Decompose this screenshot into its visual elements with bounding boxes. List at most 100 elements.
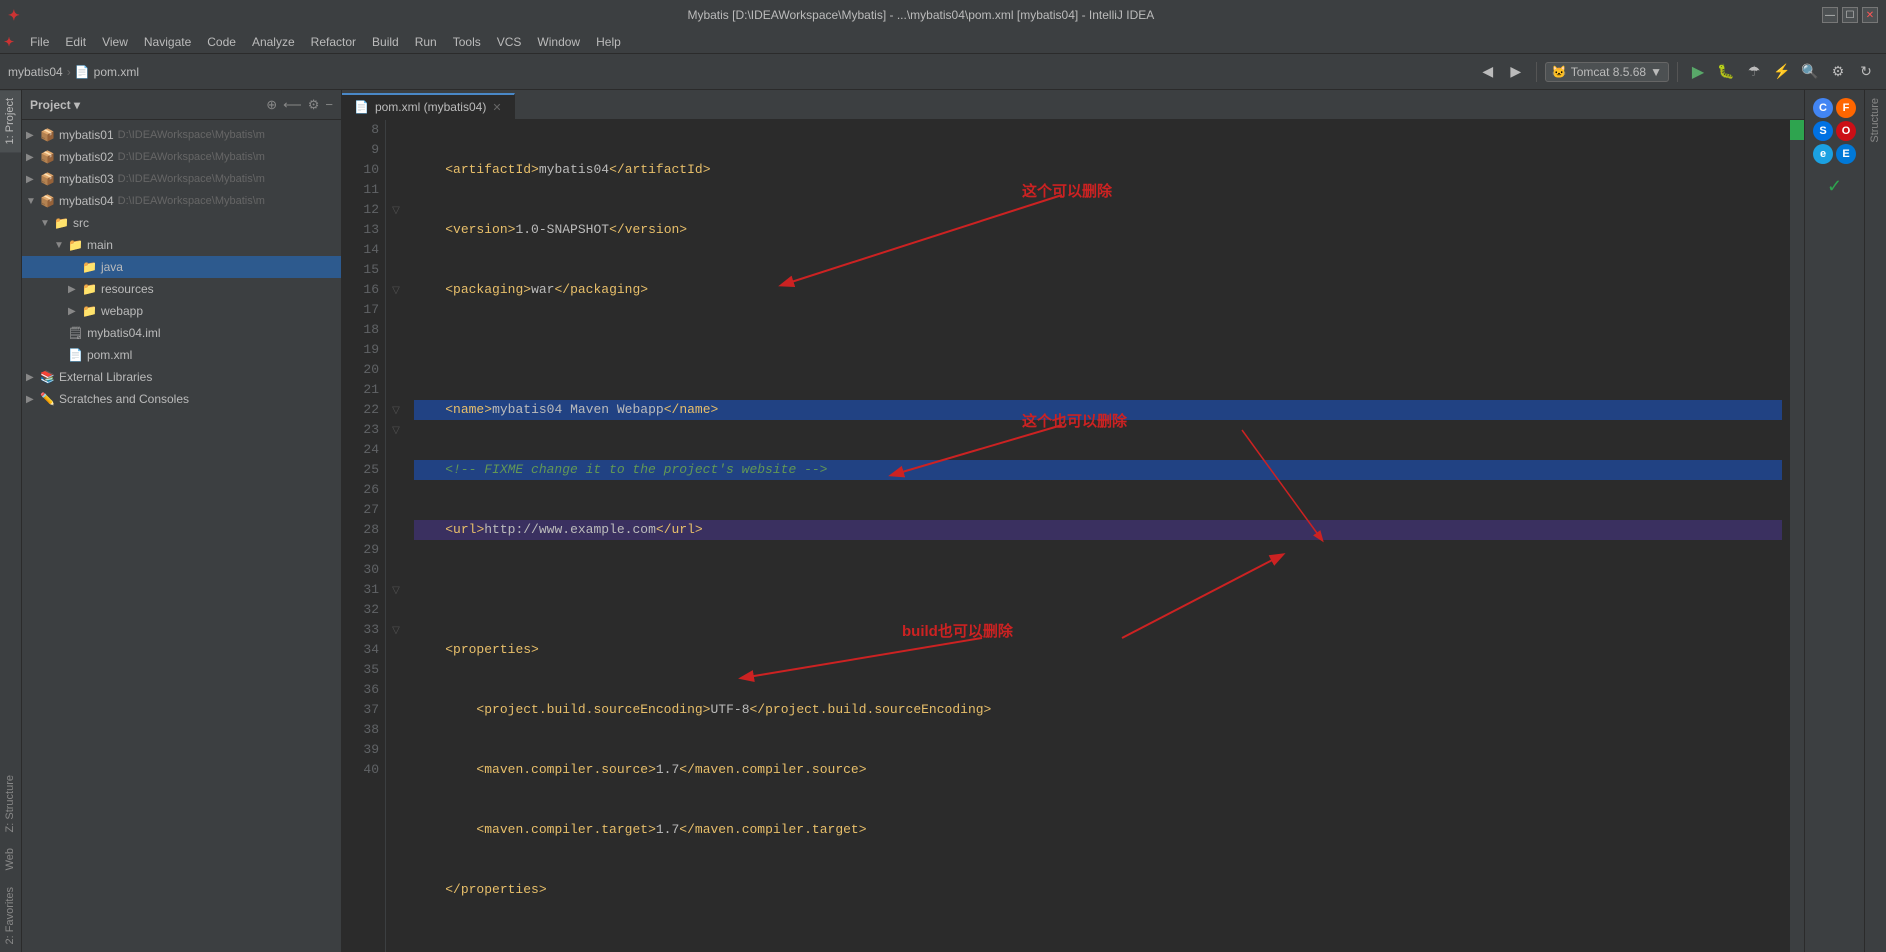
title-bar-controls: — ☐ ✕ [1822, 7, 1878, 23]
gutter: ▽ ▽ ▽ ▽ [386, 120, 406, 952]
menu-help[interactable]: Help [588, 33, 629, 51]
breadcrumb-project: mybatis04 [8, 65, 63, 79]
menu-bar: ✦ File Edit View Navigate Code Analyze R… [0, 30, 1886, 54]
browser-icon-edge[interactable]: E [1836, 144, 1856, 164]
tree-item-main[interactable]: ▼ 📁 main [22, 234, 341, 256]
tree-item-resources[interactable]: ▶ 📁 resources [22, 278, 341, 300]
settings-button[interactable]: ⚙ [1826, 60, 1850, 84]
project-gear-btn[interactable]: ⚙ [308, 97, 320, 113]
project-header: Project ▾ ⊕ ⟵ ⚙ − [22, 90, 341, 120]
toolbar-sep2 [1677, 62, 1678, 82]
maximize-button[interactable]: ☐ [1842, 7, 1858, 23]
menu-navigate[interactable]: Navigate [136, 33, 199, 51]
browser-icon-chrome[interactable]: C [1813, 98, 1833, 118]
side-tabs-right: Structure [1864, 90, 1886, 952]
tree-arrow-mybatis03: ▶ [26, 174, 40, 185]
iml-icon: 🗒 [68, 326, 83, 340]
app-icon: ✦ [8, 7, 20, 24]
menu-run[interactable]: Run [407, 33, 445, 51]
update-button[interactable]: ↻ [1854, 60, 1878, 84]
minimize-button[interactable]: — [1822, 7, 1838, 23]
debug-button[interactable]: 🐛 [1714, 60, 1738, 84]
toolbar: mybatis04 › 📄 pom.xml ◀ ▶ 🐱 Tomcat 8.5.6… [0, 54, 1886, 90]
main-content: 1: Project Z: Structure Web 2: Favorites… [0, 90, 1886, 952]
tree-item-webapp[interactable]: ▶ 📁 webapp [22, 300, 341, 322]
browser-icon-safari[interactable]: S [1813, 121, 1833, 141]
tomcat-dropdown-icon: ▼ [1650, 65, 1662, 79]
tree-item-java[interactable]: 📁 java [22, 256, 341, 278]
project-title: Project ▾ [30, 98, 260, 112]
code-line-16: <properties> [414, 640, 1782, 660]
menu-refactor[interactable]: Refactor [303, 33, 364, 51]
menu-analyze[interactable]: Analyze [244, 33, 303, 51]
tree-item-pomxml[interactable]: 📄 pom.xml [22, 344, 341, 366]
project-collapse-btn[interactable]: ⟵ [283, 97, 302, 113]
breadcrumb-sep1: › [67, 65, 71, 79]
folder-icon-resources: 📁 [82, 282, 97, 296]
menu-file[interactable]: File [22, 33, 57, 51]
project-minimize-btn[interactable]: − [325, 97, 333, 112]
code-line-18: <maven.compiler.source>1.7</maven.compil… [414, 760, 1782, 780]
code-line-9: <version>1.0-SNAPSHOT</version> [414, 220, 1782, 240]
menu-vcs[interactable]: VCS [489, 33, 530, 51]
tree-item-mybatis01[interactable]: ▶ 📦 mybatis01 D:\IDEAWorkspace\Mybatis\m [22, 124, 341, 146]
menu-view[interactable]: View [94, 33, 136, 51]
folder-icon-main: 📁 [68, 238, 83, 252]
line-numbers: 8 9 10 11 12 13 14 15 16 17 18 19 20 21 … [342, 120, 386, 952]
search-everywhere-button[interactable]: 🔍 [1798, 60, 1822, 84]
code-editor[interactable]: 8 9 10 11 12 13 14 15 16 17 18 19 20 21 … [342, 120, 1790, 952]
tab-pomxml[interactable]: 📄 pom.xml (mybatis04) ✕ [342, 93, 515, 119]
tree-item-mybatis04[interactable]: ▼ 📦 mybatis04 D:\IDEAWorkspace\Mybatis\m [22, 190, 341, 212]
code-line-10: <packaging>war</packaging> [414, 280, 1782, 300]
toolbar-sep1 [1536, 62, 1537, 82]
tree-item-mybatis03[interactable]: ▶ 📦 mybatis03 D:\IDEAWorkspace\Mybatis\m [22, 168, 341, 190]
run-button[interactable]: ▶ [1686, 60, 1710, 84]
browser-icons-row: C F S O e E [1809, 98, 1860, 164]
tomcat-selector[interactable]: 🐱 Tomcat 8.5.68 ▼ [1545, 62, 1669, 82]
menu-code[interactable]: Code [199, 33, 244, 51]
close-button[interactable]: ✕ [1862, 7, 1878, 23]
browser-icon-ie[interactable]: e [1813, 144, 1833, 164]
tab-right-structure[interactable]: Structure [1865, 90, 1886, 151]
profile-button[interactable]: ⚡ [1770, 60, 1794, 84]
browser-panel: C F S O e E ✓ [1804, 90, 1864, 952]
code-content: <artifactId>mybatis04</artifactId> <vers… [406, 120, 1790, 952]
folder-icon-src: 📁 [54, 216, 69, 230]
tab-web[interactable]: Web [0, 840, 21, 878]
menu-tools[interactable]: Tools [445, 33, 489, 51]
tomcat-label: Tomcat 8.5.68 [1571, 65, 1646, 79]
code-line-12: <name>mybatis04 Maven Webapp</name> [414, 400, 1782, 420]
project-sync-btn[interactable]: ⊕ [266, 97, 277, 113]
tree-arrow-main: ▼ [54, 240, 68, 251]
menu-build[interactable]: Build [364, 33, 407, 51]
tab-structure[interactable]: Z: Structure [0, 767, 21, 840]
menu-edit[interactable]: Edit [57, 33, 94, 51]
scratches-label: Scratches and Consoles [59, 392, 189, 406]
source-icon-java: 📁 [82, 260, 97, 274]
right-gutter-top [1790, 120, 1804, 140]
tree-item-src[interactable]: ▼ 📁 src [22, 212, 341, 234]
tree-item-iml[interactable]: 🗒 mybatis04.iml [22, 322, 341, 344]
tree-arrow-resources: ▶ [68, 284, 82, 295]
scratches-icon: ✏️ [40, 392, 55, 406]
tab-favorites[interactable]: 2: Favorites [0, 879, 21, 952]
tree-arrow-src: ▼ [40, 218, 54, 229]
forward-button[interactable]: ▶ [1504, 60, 1528, 84]
breadcrumb-file: 📄 pom.xml [75, 65, 139, 79]
back-button[interactable]: ◀ [1476, 60, 1500, 84]
browser-icon-opera[interactable]: O [1836, 121, 1856, 141]
tab-close-pomxml[interactable]: ✕ [492, 101, 501, 114]
code-line-8: <artifactId>mybatis04</artifactId> [414, 160, 1782, 180]
editor-area: 📄 pom.xml (mybatis04) ✕ 8 9 10 11 12 13 … [342, 90, 1804, 952]
tree-item-scratches[interactable]: ▶ ✏️ Scratches and Consoles [22, 388, 341, 410]
tree-arrow-scratches: ▶ [26, 394, 40, 405]
menu-window[interactable]: Window [529, 33, 588, 51]
tree-item-external-libs[interactable]: ▶ 📚 External Libraries [22, 366, 341, 388]
editor-wrapper: 8 9 10 11 12 13 14 15 16 17 18 19 20 21 … [342, 120, 1804, 952]
code-line-21 [414, 940, 1782, 952]
coverage-button[interactable]: ☂ [1742, 60, 1766, 84]
tab-project[interactable]: 1: Project [0, 90, 21, 152]
browser-icon-firefox[interactable]: F [1836, 98, 1856, 118]
tree-item-mybatis02[interactable]: ▶ 📦 mybatis02 D:\IDEAWorkspace\Mybatis\m [22, 146, 341, 168]
tree-arrow-mybatis01: ▶ [26, 130, 40, 141]
